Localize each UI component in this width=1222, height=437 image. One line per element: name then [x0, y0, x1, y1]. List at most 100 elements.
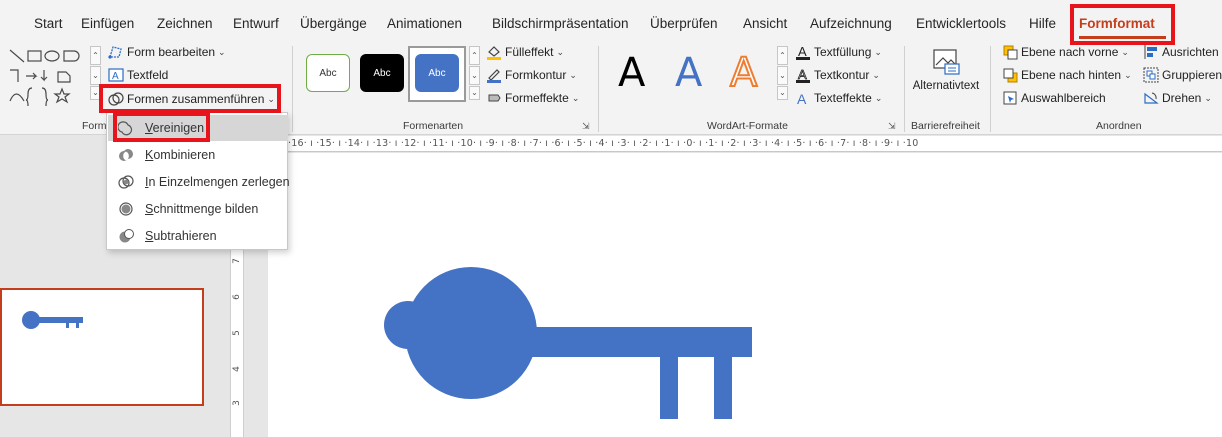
- alt-text-button[interactable]: Alternativtext: [908, 48, 984, 92]
- svg-text:A: A: [797, 91, 807, 106]
- wordart-style-blue[interactable]: A: [675, 50, 702, 96]
- tab-formformat[interactable]: Formformat: [1079, 16, 1155, 31]
- chevron-down-icon: ⌄: [872, 69, 880, 80]
- tab-bildschirmpraesentation[interactable]: Bildschirmpräsentation: [492, 16, 629, 31]
- shape-effects-label: Formeffekte: [505, 91, 569, 105]
- horizontal-ruler[interactable]: ·16· ı ·15· ı ·14· ı ·13· ı ·12· ı ·11· …: [288, 136, 1222, 152]
- tab-hilfe[interactable]: Hilfe: [1029, 16, 1056, 31]
- selection-pane-button[interactable]: Auswahlbereich: [1002, 90, 1106, 106]
- align-label: Ausrichten: [1162, 45, 1219, 59]
- rotate-button[interactable]: Drehen ⌄: [1143, 90, 1212, 106]
- paint-bucket-icon: [487, 46, 501, 60]
- group-label-accessibility: Barrierefreiheit: [911, 120, 980, 132]
- tab-ansicht[interactable]: Ansicht: [743, 16, 787, 31]
- styles-scroll-down-icon[interactable]: ⌄: [469, 66, 480, 85]
- wordart-style-black[interactable]: A: [618, 50, 645, 96]
- merge-shapes-label: Formen zusammenführen: [127, 92, 265, 106]
- tab-aufzeichnung[interactable]: Aufzeichnung: [810, 16, 892, 31]
- bring-forward-button[interactable]: Ebene nach vorne ⌄: [1002, 44, 1129, 60]
- edit-shape-label: Form bearbeiten: [127, 45, 216, 59]
- tab-entwicklertools[interactable]: Entwicklertools: [916, 16, 1006, 31]
- merge-shapes-icon: [108, 92, 124, 106]
- wordart-scroll-down-icon[interactable]: ⌄: [777, 66, 788, 85]
- wordart-more-icon[interactable]: ⌄: [777, 86, 788, 100]
- group-label-insert-shapes: Form: [82, 120, 107, 132]
- tab-zeichnen[interactable]: Zeichnen: [157, 16, 213, 31]
- shape-style-white[interactable]: Abc: [306, 54, 350, 92]
- shape-effects-button[interactable]: Formeffekte ⌄: [486, 90, 579, 106]
- dialog-launcher-icon[interactable]: ⇲: [582, 121, 592, 131]
- wordart-scroll-up-icon[interactable]: ⌃: [777, 46, 788, 65]
- menu-item-subtract[interactable]: Subtrahieren: [108, 223, 288, 249]
- svg-text:A: A: [798, 44, 807, 59]
- group-objects-icon: [1143, 67, 1159, 83]
- gallery-more-icon[interactable]: ⌄: [90, 86, 101, 100]
- gallery-scroll-up-icon[interactable]: ⌃: [90, 46, 101, 65]
- send-backward-button[interactable]: Ebene nach hinten ⌄: [1002, 67, 1132, 83]
- horizontal-ruler-numbers: ·16· ı ·15· ı ·14· ı ·13· ı ·12· ı ·11· …: [288, 138, 919, 149]
- menu-item-union-label: Vereinigen: [145, 121, 205, 135]
- text-effects-button[interactable]: A Texteffekte ⌄: [795, 90, 882, 106]
- vertical-ruler-number: 3: [231, 400, 242, 406]
- shape-outline-button[interactable]: Formkontur ⌄: [486, 67, 577, 83]
- key-shape[interactable]: [268, 153, 1222, 437]
- tab-uebergaenge[interactable]: Übergänge: [300, 16, 367, 31]
- shape-effects-icon: [488, 94, 501, 102]
- menu-item-combine-label: Kombinieren: [145, 148, 216, 162]
- text-fill-icon: A: [796, 44, 810, 60]
- wordart-style-orange-outline[interactable]: A: [729, 49, 758, 97]
- menu-item-combine[interactable]: Kombinieren: [108, 142, 288, 168]
- menu-item-fragment[interactable]: In Einzelmengen zerlegen: [108, 169, 290, 195]
- rotate-label: Drehen: [1162, 91, 1202, 105]
- shape-style-black[interactable]: Abc: [360, 54, 404, 92]
- textbox-label: Textfeld: [127, 68, 169, 82]
- menu-item-intersect-label: Schnittmenge bilden: [145, 202, 259, 216]
- chevron-down-icon: ⌄: [556, 46, 565, 57]
- menu-item-union[interactable]: Vereinigen: [108, 115, 288, 141]
- styles-scroll-up-icon[interactable]: ⌃: [469, 46, 480, 65]
- group-label-wordart: WordArt-Formate: [707, 120, 788, 132]
- tab-einfuegen[interactable]: Einfügen: [81, 16, 134, 31]
- shape-gallery[interactable]: [8, 46, 88, 107]
- vertical-ruler-number: 4: [231, 366, 242, 372]
- chevron-down-icon: ⌄: [267, 93, 275, 104]
- shape-fill-label: Fülleffekt: [505, 45, 554, 59]
- chevron-down-icon: ⌄: [874, 92, 883, 103]
- align-button[interactable]: Ausrichten: [1143, 44, 1219, 60]
- text-fill-label: Textfüllung: [814, 45, 872, 59]
- align-icon: [1144, 45, 1157, 59]
- tab-animationen[interactable]: Animationen: [387, 16, 462, 31]
- shape-style-blue[interactable]: Abc: [415, 54, 459, 92]
- vertical-ruler-number: 6: [231, 294, 242, 300]
- edit-shape-button[interactable]: Form bearbeiten ⌄: [108, 44, 226, 60]
- textbox-button[interactable]: A Textfeld: [108, 67, 168, 83]
- combine-icon: [119, 149, 133, 161]
- tab-entwurf[interactable]: Entwurf: [233, 16, 279, 31]
- shape-fill-button[interactable]: Fülleffekt ⌄: [486, 44, 564, 60]
- text-fill-button[interactable]: A Textfüllung ⌄: [795, 44, 882, 60]
- bring-forward-label: Ebene nach vorne: [1021, 45, 1119, 59]
- rotate-icon: [1144, 92, 1159, 104]
- tab-ueberpruefen[interactable]: Überprüfen: [650, 16, 718, 31]
- shape-style-sample-text: Abc: [373, 67, 391, 79]
- slide-thumbnail[interactable]: [0, 288, 204, 406]
- tab-start[interactable]: Start: [34, 16, 63, 31]
- text-outline-button[interactable]: A Textkontur ⌄: [795, 67, 880, 83]
- text-effects-label: Texteffekte: [814, 91, 872, 105]
- vertical-ruler-number: 5: [231, 330, 242, 336]
- group-objects-button[interactable]: Gruppieren: [1143, 67, 1222, 83]
- styles-more-icon[interactable]: ⌄: [469, 86, 480, 100]
- vertical-ruler[interactable]: 7 6 5 4 3: [230, 240, 244, 437]
- intersect-icon: [119, 202, 133, 216]
- selection-pane-label: Auswahlbereich: [1021, 91, 1106, 105]
- gallery-scroll-down-icon[interactable]: ⌄: [90, 66, 101, 85]
- menu-item-subtract-label: Subtrahieren: [145, 229, 217, 243]
- thumbnail-key-shape: [22, 311, 83, 329]
- dialog-launcher-icon[interactable]: ⇲: [888, 121, 898, 131]
- merge-shapes-button[interactable]: Formen zusammenführen ⌄: [108, 91, 275, 107]
- menu-item-fragment-label: In Einzelmengen zerlegen: [145, 175, 290, 189]
- group-separator: [598, 46, 599, 132]
- slide-canvas[interactable]: [268, 153, 1222, 437]
- menu-item-intersect[interactable]: Schnittmenge bilden: [108, 196, 288, 222]
- svg-text:A: A: [112, 71, 119, 82]
